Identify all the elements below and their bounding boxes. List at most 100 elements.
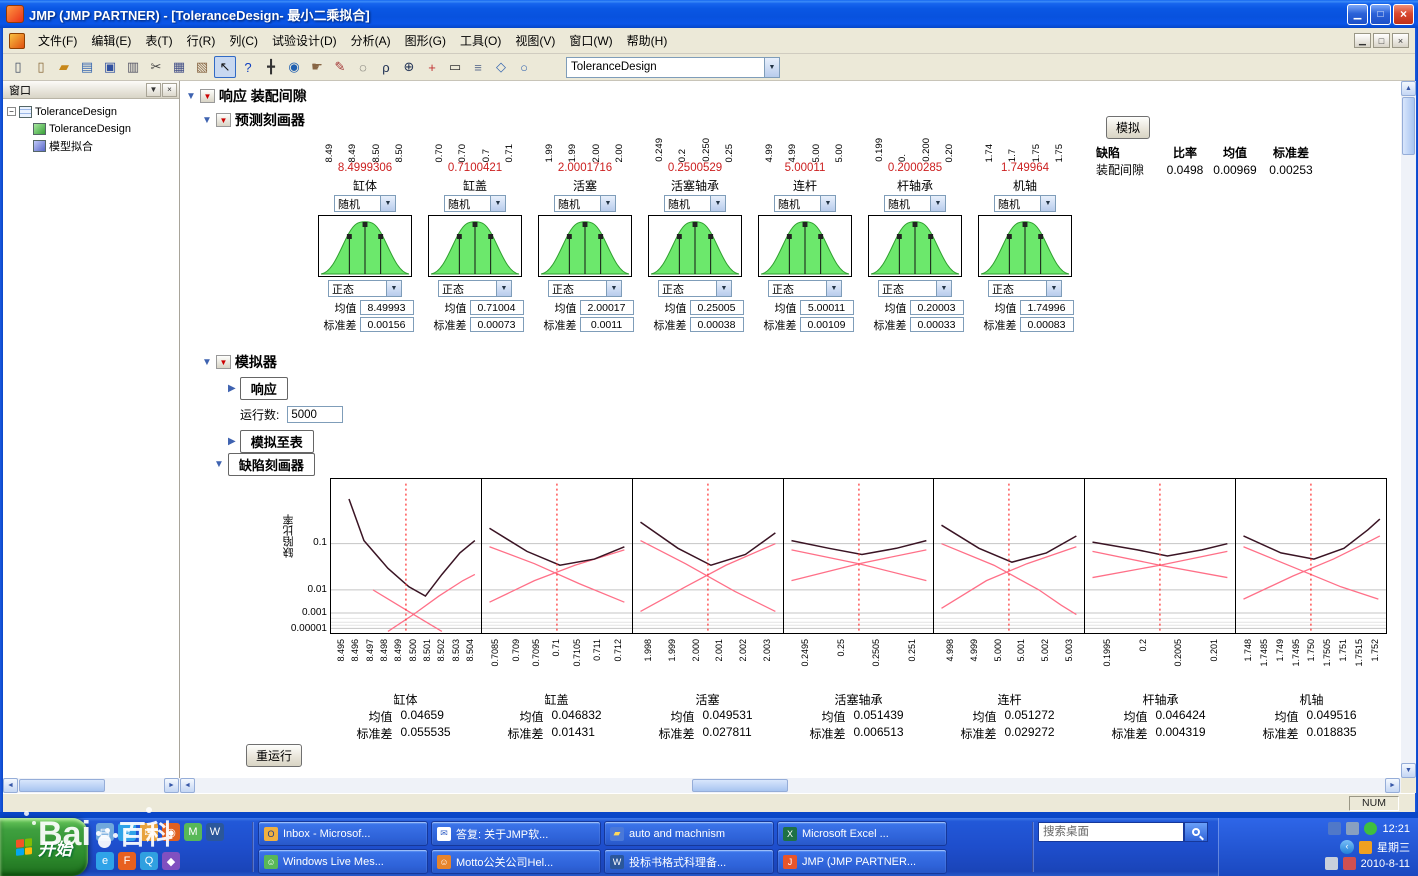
taskbar-task-button[interactable]: ▰ auto and machnism	[604, 821, 774, 846]
panel-close-button[interactable]: ×	[162, 83, 177, 97]
mdi-minimize-button[interactable]: ▁	[1354, 33, 1371, 48]
sd-value[interactable]: 0.00083	[1020, 317, 1074, 332]
distribution-plot[interactable]	[428, 215, 522, 277]
hand-tool-icon[interactable]: ☛	[306, 56, 328, 78]
distribution-plot[interactable]	[758, 215, 852, 277]
lasso-tool-icon[interactable]: ◌	[352, 56, 374, 78]
chevron-down-icon[interactable]: ▼	[1040, 196, 1055, 211]
taskbar-task-button[interactable]: O Inbox - Microsof...	[258, 821, 428, 846]
mean-value[interactable]: 0.71004	[470, 300, 524, 315]
distribution-dropdown[interactable]: 正态 ▼	[438, 280, 512, 297]
taskbar-task-button[interactable]: W 投标书格式科理备...	[604, 849, 774, 874]
grabber-tool-icon[interactable]: ╋	[260, 56, 282, 78]
tree-expander[interactable]: −	[7, 107, 16, 116]
tray-ime-icon[interactable]	[1325, 857, 1338, 870]
outlook-icon[interactable]: ✉	[140, 823, 158, 841]
restore-button[interactable]: □	[1370, 4, 1391, 25]
chevron-down-icon[interactable]: ▼	[1046, 281, 1061, 296]
random-dropdown[interactable]: 随机 ▼	[774, 195, 836, 212]
plus-tool-icon[interactable]: +	[421, 56, 443, 78]
disclosure-triangle-icon[interactable]: ▼	[186, 91, 196, 102]
random-dropdown[interactable]: 随机 ▼	[334, 195, 396, 212]
sd-value[interactable]: 0.00038	[690, 317, 744, 332]
random-dropdown[interactable]: 随机 ▼	[994, 195, 1056, 212]
ie-icon[interactable]: e	[96, 852, 114, 870]
scroll-left-button[interactable]: ◄	[3, 778, 18, 793]
context-combobox[interactable]: ToleranceDesign ▼	[566, 57, 780, 78]
distribution-plot[interactable]	[868, 215, 962, 277]
media-player-icon[interactable]: ◉	[162, 823, 180, 841]
distribution-dropdown[interactable]: 正态 ▼	[768, 280, 842, 297]
start-button[interactable]: 开始	[0, 818, 88, 876]
horizontal-scrollbar[interactable]: ◄ ►	[180, 778, 1401, 793]
chevron-down-icon[interactable]: ▼	[380, 196, 395, 211]
scrollbar-thumb[interactable]	[1402, 97, 1415, 155]
menu-item[interactable]: 图形(G)	[398, 28, 453, 53]
taskbar-task-button[interactable]: ☺ Motto公关公司Hel...	[431, 849, 601, 874]
distribution-dropdown[interactable]: 正态 ▼	[548, 280, 622, 297]
menu-item[interactable]: 表(T)	[138, 28, 179, 53]
show-hidden-icons-button[interactable]: ‹	[1340, 840, 1354, 854]
runs-input[interactable]	[287, 406, 343, 423]
help-tool-icon[interactable]: ?	[237, 56, 259, 78]
tray-calendar-icon[interactable]	[1343, 857, 1356, 870]
menu-item[interactable]: 帮助(H)	[620, 28, 675, 53]
distribution-plot[interactable]	[648, 215, 742, 277]
distribution-dropdown[interactable]: 正态 ▼	[878, 280, 952, 297]
tray-msn-icon[interactable]	[1359, 841, 1372, 854]
disclosure-triangle-icon[interactable]: ▼	[202, 115, 212, 126]
ie-icon[interactable]: e	[118, 823, 136, 841]
sd-value[interactable]: 0.00156	[360, 317, 414, 332]
random-dropdown[interactable]: 随机 ▼	[664, 195, 726, 212]
mean-value[interactable]: 0.20003	[910, 300, 964, 315]
paste-icon[interactable]: ▧	[191, 56, 213, 78]
chevron-down-icon[interactable]: ▼	[600, 196, 615, 211]
zoom-tool-icon[interactable]: ⊕	[398, 56, 420, 78]
word-icon[interactable]: W	[206, 823, 224, 841]
random-dropdown[interactable]: 随机 ▼	[554, 195, 616, 212]
rerun-button[interactable]: 重运行	[246, 744, 302, 767]
chevron-down-icon[interactable]: ▼	[496, 281, 511, 296]
scroll-down-button[interactable]: ▼	[1401, 763, 1416, 778]
tray-security-icon[interactable]	[1328, 822, 1341, 835]
chevron-down-icon[interactable]: ▼	[936, 281, 951, 296]
menu-item[interactable]: 分析(A)	[344, 28, 398, 53]
sd-value[interactable]: 0.00109	[800, 317, 854, 332]
mean-value[interactable]: 0.25005	[690, 300, 744, 315]
distribution-dropdown[interactable]: 正态 ▼	[658, 280, 732, 297]
disclosure-triangle-icon[interactable]: ▶	[228, 383, 236, 394]
disclosure-triangle-icon[interactable]: ▼	[214, 459, 224, 470]
lines-tool-icon[interactable]: ≡	[467, 56, 489, 78]
taskbar-task-button[interactable]: J JMP (JMP PARTNER...	[777, 849, 947, 874]
mean-value[interactable]: 5.00011	[800, 300, 854, 315]
vertical-scrollbar[interactable]: ▲ ▼	[1401, 81, 1416, 778]
red-triangle-menu-icon[interactable]: ▼	[216, 113, 231, 127]
sd-value[interactable]: 0.00033	[910, 317, 964, 332]
menu-item[interactable]: 窗口(W)	[562, 28, 619, 53]
disclosure-triangle-icon[interactable]: ▼	[202, 357, 212, 368]
chevron-down-icon[interactable]: ▼	[764, 58, 779, 77]
mdi-close-button[interactable]: ×	[1392, 33, 1409, 48]
panel-dropdown-button[interactable]: ▼	[146, 83, 161, 97]
mdi-restore-button[interactable]: □	[1373, 33, 1390, 48]
distribution-dropdown[interactable]: 正态 ▼	[988, 280, 1062, 297]
import-data-icon[interactable]: ▤	[76, 56, 98, 78]
show-desktop-icon[interactable]: ▤	[96, 823, 114, 841]
globe-tool-icon[interactable]: ◉	[283, 56, 305, 78]
simulate-button[interactable]: 模拟	[1106, 116, 1150, 139]
minimize-button[interactable]: ▁	[1347, 4, 1368, 25]
distribution-plot[interactable]	[318, 215, 412, 277]
tree-item[interactable]: ToleranceDesign	[3, 120, 179, 137]
messenger-icon[interactable]: M	[184, 823, 202, 841]
mean-value[interactable]: 2.00017	[580, 300, 634, 315]
taskbar-task-button[interactable]: X Microsoft Excel ...	[777, 821, 947, 846]
chevron-down-icon[interactable]: ▼	[716, 281, 731, 296]
scrollbar-thumb[interactable]	[692, 779, 788, 792]
taskbar-task-button[interactable]: ☺ Windows Live Mes...	[258, 849, 428, 874]
search-button[interactable]	[1184, 822, 1208, 842]
oval-tool-icon[interactable]: ○	[513, 56, 535, 78]
scroll-left-button[interactable]: ◄	[180, 778, 195, 793]
menu-item[interactable]: 列(C)	[222, 28, 265, 53]
menu-item[interactable]: 行(R)	[180, 28, 223, 53]
menu-item[interactable]: 工具(O)	[453, 28, 508, 53]
